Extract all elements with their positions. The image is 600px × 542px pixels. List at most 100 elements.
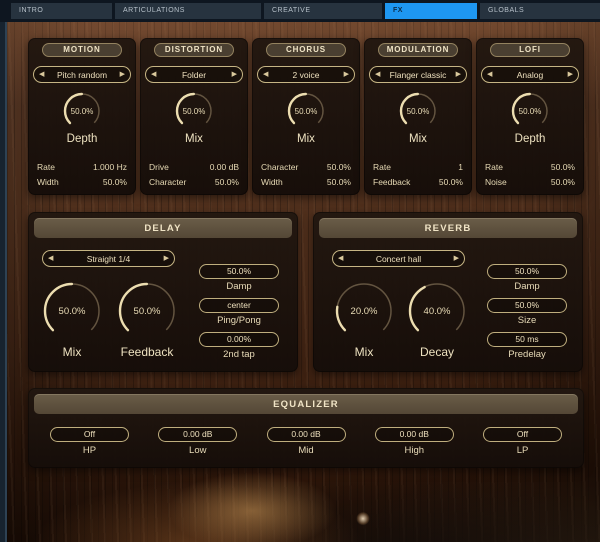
- eq-band-row: Off HP 0.00 dB Low 0.00 dB Mid 0.00 dB H…: [28, 427, 584, 456]
- next-arrow-icon[interactable]: ▶: [563, 71, 578, 78]
- delay-pingpong-value[interactable]: center: [199, 298, 279, 313]
- prev-arrow-icon[interactable]: ◀: [43, 255, 58, 262]
- delay-time-selector[interactable]: ◀ Straight 1/4 ▶: [42, 250, 175, 267]
- modulation-header-button[interactable]: MODULATION: [378, 43, 458, 57]
- fx-panel-lofi: LOFI ◀ Analog ▶ 50.0% Depth Rate 50.0% N…: [476, 38, 584, 195]
- knob-label: Mix: [324, 345, 404, 359]
- lofi-header-button[interactable]: LOFI: [490, 43, 570, 57]
- delay-2ndtap-value[interactable]: 0.00%: [199, 332, 279, 347]
- distortion-mix-knob[interactable]: 50.0%: [174, 91, 214, 131]
- chorus-header-button[interactable]: CHORUS: [266, 43, 346, 57]
- eq-band-mid: 0.00 dB Mid: [267, 427, 346, 456]
- modulation-mix-knob[interactable]: 50.0%: [398, 91, 438, 131]
- eq-hp-value[interactable]: Off: [50, 427, 129, 442]
- tab-globals[interactable]: GLOBALS: [480, 3, 600, 19]
- param-value[interactable]: 50.0%: [551, 160, 575, 175]
- eq-low-value[interactable]: 0.00 dB: [158, 427, 237, 442]
- prev-arrow-icon[interactable]: ◀: [146, 71, 161, 78]
- reverb-decay-knob[interactable]: 40.0%: [407, 281, 467, 341]
- next-arrow-icon[interactable]: ▶: [227, 71, 242, 78]
- reverb-size-value[interactable]: 50.0%: [487, 298, 567, 313]
- param-label: Character: [149, 175, 186, 190]
- param-row: Rate 50.0%: [476, 160, 584, 175]
- next-arrow-icon[interactable]: ▶: [115, 71, 130, 78]
- motion-depth-knob[interactable]: 50.0%: [62, 91, 102, 131]
- param-value[interactable]: 50.0%: [327, 175, 351, 190]
- fx-panel-chorus: CHORUS ◀ 2 voice ▶ 50.0% Mix Character 5…: [252, 38, 360, 195]
- knob-label: Depth: [67, 133, 98, 145]
- selector-value: Flanger classic: [385, 70, 450, 80]
- knob-value: 40.0%: [407, 281, 467, 341]
- selector-value: Folder: [161, 70, 226, 80]
- selector-value: 2 voice: [273, 70, 338, 80]
- knob-value: 50.0%: [62, 91, 102, 131]
- reverb-mix-knob[interactable]: 20.0%: [334, 281, 394, 341]
- param-value[interactable]: 50.0%: [215, 175, 239, 190]
- param-value[interactable]: 1.000 Hz: [93, 160, 127, 175]
- tab-creative[interactable]: CREATIVE: [264, 3, 382, 19]
- param-value[interactable]: 50.0%: [551, 175, 575, 190]
- next-arrow-icon[interactable]: ▶: [449, 255, 464, 262]
- param-label: Feedback: [373, 175, 410, 190]
- lofi-preset-selector[interactable]: ◀ Analog ▶: [481, 66, 579, 83]
- prev-arrow-icon[interactable]: ◀: [370, 71, 385, 78]
- reverb-type-selector[interactable]: ◀ Concert hall ▶: [332, 250, 465, 267]
- fx-panel-motion: MOTION ◀ Pitch random ▶ 50.0% Depth Rate…: [28, 38, 136, 195]
- param-value[interactable]: 0.00 dB: [210, 160, 239, 175]
- knob-label: Mix: [297, 133, 315, 145]
- param-value[interactable]: 50.0%: [439, 175, 463, 190]
- modulation-preset-selector[interactable]: ◀ Flanger classic ▶: [369, 66, 467, 83]
- equalizer-header-button[interactable]: EQUALIZER: [34, 394, 578, 414]
- lofi-depth-knob[interactable]: 50.0%: [510, 91, 550, 131]
- param-label: Rate: [37, 160, 55, 175]
- value-label: Mid: [298, 445, 313, 456]
- value-label: HP: [83, 445, 96, 456]
- knob-label: Feedback: [107, 345, 187, 359]
- value-label: Damp: [487, 281, 567, 292]
- eq-lp-value[interactable]: Off: [483, 427, 562, 442]
- tab-articulations[interactable]: ARTICULATIONS: [115, 3, 261, 19]
- delay-damp-value[interactable]: 50.0%: [199, 264, 279, 279]
- reverb-value-column: 50.0% Damp 50.0% Size 50 ms Predelay: [487, 264, 567, 366]
- chorus-mix-knob[interactable]: 50.0%: [286, 91, 326, 131]
- reverb-header-button[interactable]: REVERB: [319, 218, 577, 238]
- tab-intro[interactable]: INTRO: [11, 3, 112, 19]
- tab-fx[interactable]: FX: [385, 3, 477, 19]
- eq-high-value[interactable]: 0.00 dB: [375, 427, 454, 442]
- next-arrow-icon[interactable]: ▶: [339, 71, 354, 78]
- prev-arrow-icon[interactable]: ◀: [482, 71, 497, 78]
- delay-value-column: 50.0% Damp center Ping/Pong 0.00% 2nd ta…: [199, 264, 279, 366]
- chorus-preset-selector[interactable]: ◀ 2 voice ▶: [257, 66, 355, 83]
- prev-arrow-icon[interactable]: ◀: [34, 71, 49, 78]
- knob-label: Depth: [515, 133, 546, 145]
- delay-mix-knob[interactable]: 50.0%: [42, 281, 102, 341]
- value-label: Low: [189, 445, 206, 456]
- distortion-preset-selector[interactable]: ◀ Folder ▶: [145, 66, 243, 83]
- distortion-header-button[interactable]: DISTORTION: [154, 43, 234, 57]
- reverb-damp-value[interactable]: 50.0%: [487, 264, 567, 279]
- knob-label: Mix: [32, 345, 112, 359]
- knob-label: Decay: [397, 345, 477, 359]
- param-row: Width 50.0%: [252, 175, 360, 190]
- param-row: Width 50.0%: [28, 175, 136, 190]
- next-arrow-icon[interactable]: ▶: [159, 255, 174, 262]
- param-value[interactable]: 50.0%: [327, 160, 351, 175]
- plugin-window: INTRO ARTICULATIONS CREATIVE FX GLOBALS …: [0, 0, 600, 542]
- next-arrow-icon[interactable]: ▶: [451, 71, 466, 78]
- eq-band-lp: Off LP: [483, 427, 562, 456]
- delay-feedback-knob[interactable]: 50.0%: [117, 281, 177, 341]
- param-value[interactable]: 50.0%: [103, 175, 127, 190]
- param-value[interactable]: 1: [458, 160, 463, 175]
- prev-arrow-icon[interactable]: ◀: [258, 71, 273, 78]
- page-tab-bar: INTRO ARTICULATIONS CREATIVE FX GLOBALS: [0, 0, 600, 22]
- motion-preset-selector[interactable]: ◀ Pitch random ▶: [33, 66, 131, 83]
- motion-header-button[interactable]: MOTION: [42, 43, 122, 57]
- prev-arrow-icon[interactable]: ◀: [333, 255, 348, 262]
- reverb-predelay-value[interactable]: 50 ms: [487, 332, 567, 347]
- delay-header-button[interactable]: DELAY: [34, 218, 292, 238]
- eq-band-high: 0.00 dB High: [375, 427, 454, 456]
- value-label: Damp: [199, 281, 279, 292]
- eq-mid-value[interactable]: 0.00 dB: [267, 427, 346, 442]
- knob-value: 20.0%: [334, 281, 394, 341]
- value-label: LP: [517, 445, 529, 456]
